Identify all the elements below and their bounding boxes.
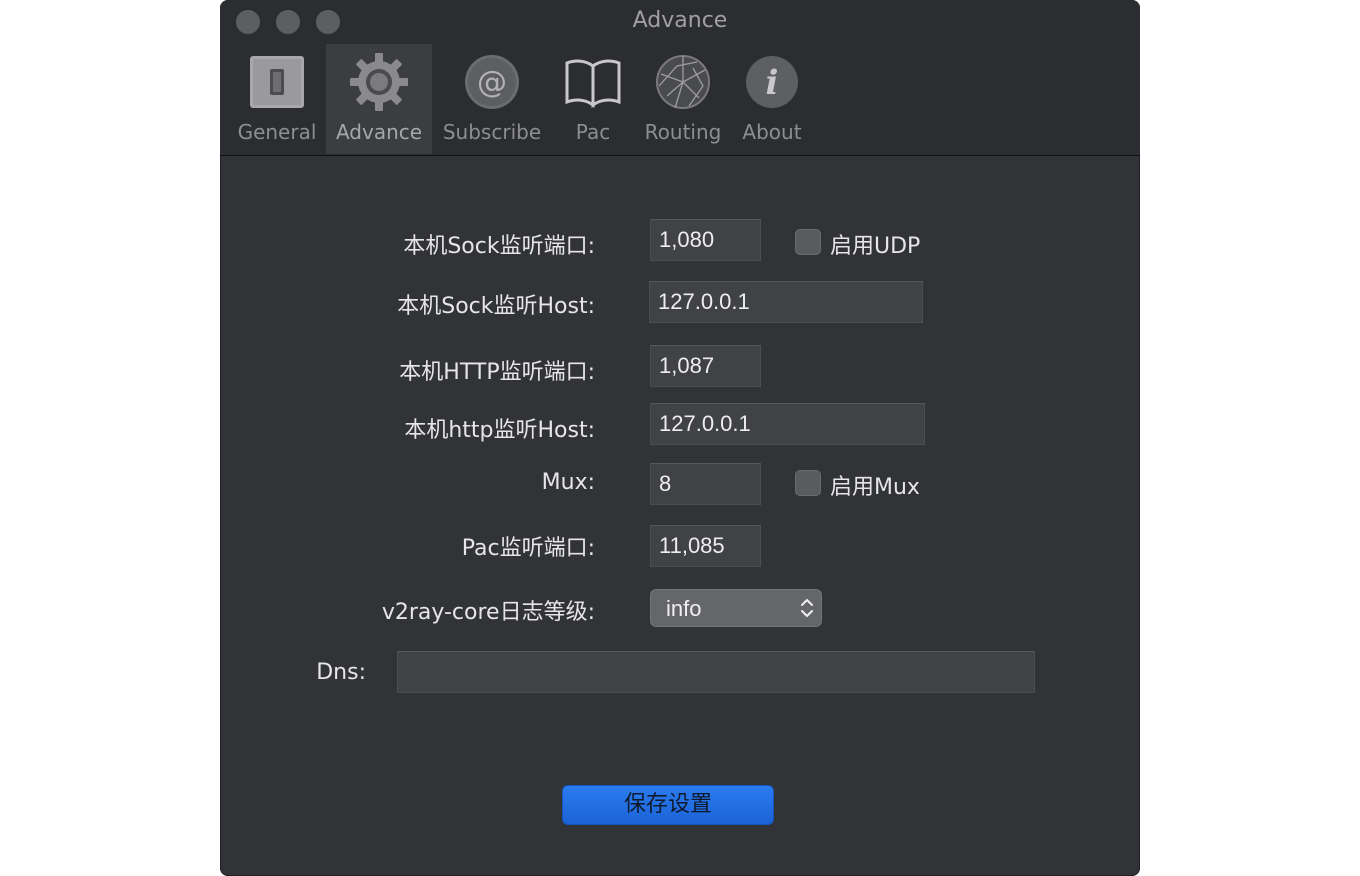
udp-checkbox[interactable] (795, 229, 821, 255)
log-level-select[interactable]: info (650, 589, 822, 627)
log-level-label: v2ray-core日志等级: (381, 600, 595, 625)
toolbar-divider (220, 155, 1140, 156)
log-level-value: info (666, 596, 702, 621)
tab-label: Subscribe (442, 120, 542, 144)
tab-label: Advance (335, 120, 423, 144)
http-host-input[interactable]: 127.0.0.1 (650, 403, 925, 445)
gear-icon (350, 53, 408, 111)
window-title: Advance (632, 8, 728, 33)
up-down-chevron-icon (801, 599, 813, 617)
http-port-label: 本机HTTP监听端口: (399, 360, 595, 385)
tab-general[interactable]: General (230, 44, 324, 154)
info-icon: i (746, 56, 798, 108)
at-sign-icon: @ (465, 55, 519, 109)
dns-input[interactable] (397, 651, 1035, 693)
tab-subscribe[interactable]: @ Subscribe (436, 44, 548, 154)
svg-text:@: @ (477, 65, 507, 100)
tab-about[interactable]: i About (730, 44, 814, 154)
udp-checkbox-label: 启用UDP (830, 234, 921, 259)
http-host-label: 本机http监听Host: (404, 418, 595, 443)
save-settings-button[interactable]: 保存设置 (562, 785, 774, 825)
sock-port-label: 本机Sock监听端口: (403, 234, 595, 259)
pac-port-input[interactable]: 11,085 (650, 525, 761, 567)
globe-network-icon (656, 55, 710, 109)
svg-text:i: i (766, 63, 779, 103)
mux-enable-checkbox[interactable] (795, 470, 821, 496)
mux-enable-label: 启用Mux (830, 475, 920, 500)
tab-advance[interactable]: Advance (326, 44, 432, 154)
http-port-input[interactable]: 1,087 (650, 345, 761, 387)
sock-host-label: 本机Sock监听Host: (397, 294, 595, 319)
mux-input[interactable]: 8 (650, 463, 761, 505)
sock-port-input[interactable]: 1,080 (650, 219, 761, 261)
tab-label: About (742, 120, 802, 144)
sock-host-input[interactable]: 127.0.0.1 (649, 281, 923, 323)
tab-label: Routing (644, 120, 722, 144)
tab-label: Pac (575, 120, 611, 144)
book-icon (565, 59, 621, 108)
tab-pac[interactable]: Pac (550, 44, 636, 154)
switch-icon (250, 56, 304, 108)
preferences-window: Advance General Advance @ Subscribe Pac … (220, 0, 1140, 876)
pac-port-label: Pac监听端口: (461, 536, 595, 561)
tab-routing[interactable]: Routing (638, 44, 728, 154)
tab-label: General (237, 120, 317, 144)
mux-label: Mux: (541, 470, 595, 495)
dns-label: Dns: (316, 660, 366, 685)
